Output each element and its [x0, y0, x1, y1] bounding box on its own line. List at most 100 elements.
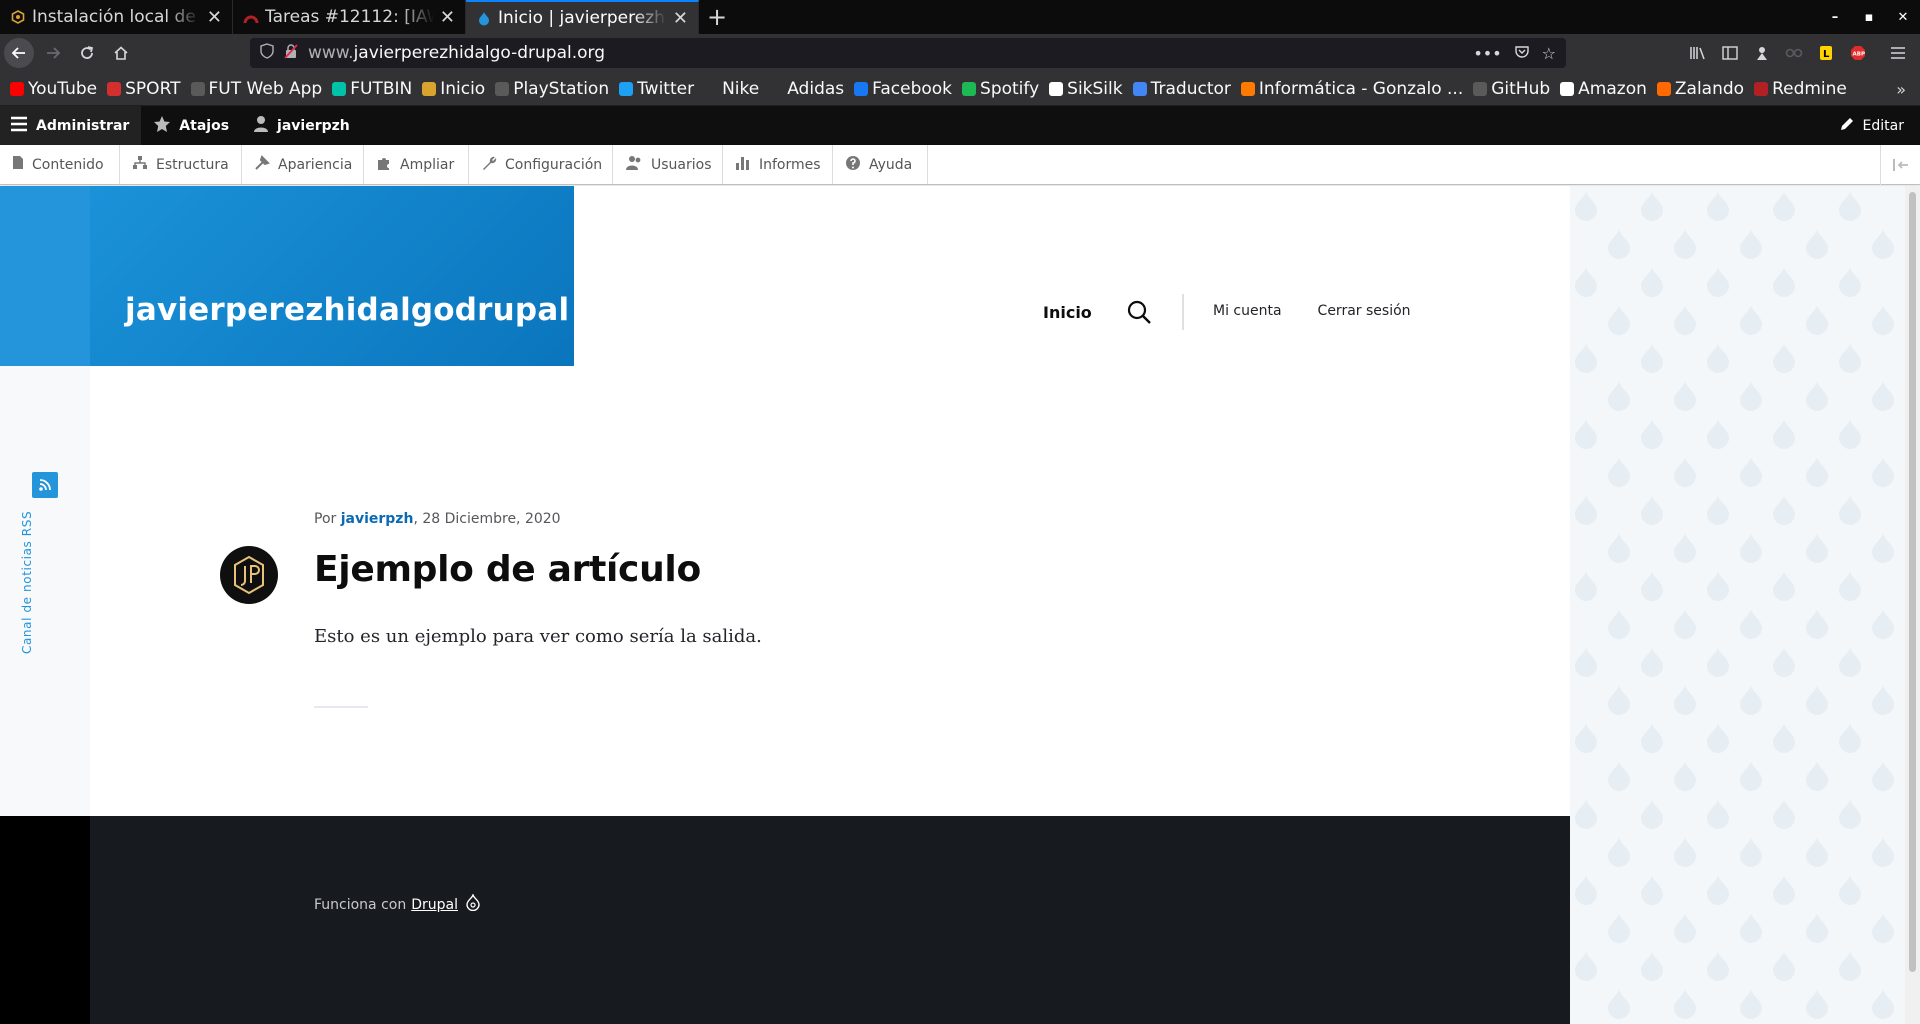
bookmark-item[interactable]: Spotify: [962, 79, 1039, 99]
admin-user-button[interactable]: javierpzh: [241, 106, 362, 145]
insecure-lock-icon[interactable]: [284, 43, 298, 63]
article-title[interactable]: Ejemplo de artículo: [314, 549, 701, 590]
browser-tab-1[interactable]: Instalación local de un ✕: [0, 0, 233, 34]
tray-item-ayuda[interactable]: Ayuda: [833, 145, 928, 184]
globe-icon: [190, 81, 205, 96]
bookmark-item[interactable]: Amazon: [1560, 79, 1647, 99]
search-icon[interactable]: [1126, 299, 1152, 325]
nav-divider: [1181, 294, 1184, 330]
branding-slab: [0, 186, 90, 366]
tray-item-informes[interactable]: Informes: [723, 145, 833, 184]
back-icon[interactable]: [4, 38, 34, 68]
help-icon: [845, 155, 861, 175]
browser-toolbar: L ABP: [1682, 34, 1920, 72]
pocket-icon[interactable]: [1514, 44, 1530, 63]
bookmark-item[interactable]: YouTube: [10, 79, 97, 99]
new-tab-button[interactable]: +: [699, 0, 735, 34]
rss-icon[interactable]: [32, 472, 58, 498]
bookmark-star-icon[interactable]: ☆: [1542, 44, 1556, 63]
close-tab-icon[interactable]: ✕: [207, 7, 222, 28]
close-tab-icon[interactable]: ✕: [673, 8, 688, 29]
site-name-link[interactable]: javierperezhidalgodrupal: [125, 292, 569, 328]
admin-manage-button[interactable]: Administrar: [0, 106, 142, 145]
bookmark-label: SPORT: [125, 78, 181, 99]
bookmark-item[interactable]: Facebook: [854, 79, 952, 99]
futbin-icon: [332, 81, 347, 96]
nav-home-link[interactable]: Inicio: [1043, 303, 1092, 322]
rss-feed-link[interactable]: Canal de noticias RSS: [20, 511, 34, 654]
browser-tab-3[interactable]: Inicio | javierperezhidalgo ✕: [466, 0, 699, 34]
bookmark-label: Redmine: [1772, 78, 1847, 99]
admin-shortcuts-button[interactable]: Atajos: [141, 106, 241, 145]
author-link[interactable]: javierpzh: [341, 511, 414, 527]
bookmark-item[interactable]: SPORT: [107, 78, 181, 99]
url-text[interactable]: www.javierperezhidalgo-drupal.org: [308, 43, 1461, 63]
admin-manage-label: Administrar: [36, 117, 130, 134]
bookmark-item[interactable]: Twitter: [619, 79, 694, 99]
tray-item-configuración[interactable]: Configuración: [469, 145, 613, 184]
tray-item-label: Ampliar: [400, 156, 455, 173]
menu-icon[interactable]: [1882, 46, 1914, 60]
bookmark-item[interactable]: SikSilk: [1049, 79, 1123, 99]
tray-item-apariencia[interactable]: Apariencia: [242, 145, 364, 184]
extension-icon-3[interactable]: L: [1810, 45, 1842, 61]
bookmark-item[interactable]: PlayStation: [495, 79, 609, 99]
scrollbar-thumb[interactable]: [1909, 192, 1916, 972]
page-scrollbar[interactable]: [1905, 186, 1920, 1024]
adblock-icon[interactable]: ABP: [1842, 45, 1874, 61]
puzzle-icon: [376, 155, 392, 175]
my-account-link[interactable]: Mi cuenta: [1213, 303, 1282, 319]
bookmark-item[interactable]: Adidas: [769, 79, 844, 99]
author-avatar[interactable]: [220, 546, 278, 604]
forward-icon[interactable]: [38, 38, 68, 68]
url-bar[interactable]: www.javierperezhidalgo-drupal.org ••• ☆: [250, 38, 1566, 68]
bar-chart-icon: [735, 155, 751, 175]
browser-tab-2[interactable]: Tareas #12112: [IAW] ✕: [233, 0, 466, 34]
url-domain: javierperezhidalgo-drupal.org: [353, 43, 606, 63]
bookmark-label: Facebook: [872, 78, 953, 99]
browser-tab-bar: Instalación local de un ✕ Tareas #12112:…: [0, 0, 1920, 34]
shield-icon[interactable]: [260, 43, 274, 63]
bookmark-label: Informática - Gonzalo ...: [1258, 78, 1464, 99]
bookmark-item[interactable]: Nike: [704, 79, 759, 99]
bookmark-item[interactable]: Traductor: [1132, 79, 1231, 99]
bookmark-item[interactable]: FUT Web App: [190, 79, 322, 99]
sidebar-icon[interactable]: [1714, 46, 1746, 60]
library-icon[interactable]: [1682, 45, 1714, 61]
admin-user-label: javierpzh: [277, 117, 350, 134]
close-window-icon[interactable]: ✕: [1886, 0, 1920, 34]
bookmark-item[interactable]: Zalando: [1656, 78, 1745, 99]
bookmarks-overflow-icon[interactable]: »: [1896, 80, 1906, 99]
tray-item-label: Ayuda: [869, 156, 913, 173]
pencil-icon: [1839, 116, 1855, 136]
siksilk-icon: [1049, 81, 1064, 96]
bookmark-label: Zalando: [1674, 78, 1745, 99]
admin-edit-button[interactable]: Editar: [1823, 106, 1920, 145]
tab-title: Tareas #12112: [IAW]: [265, 7, 434, 27]
bookmark-item[interactable]: FUTBIN: [332, 79, 412, 99]
bookmark-item[interactable]: Informática - Gonzalo ...: [1240, 78, 1464, 99]
maximize-icon[interactable]: ▪: [1852, 0, 1886, 34]
tab-title: Inicio | javierperezhidalgo: [498, 8, 667, 28]
page-actions-icon[interactable]: •••: [1473, 44, 1501, 63]
bookmark-item[interactable]: GitHub: [1473, 79, 1550, 99]
tray-item-estructura[interactable]: Estructura: [120, 145, 242, 184]
tray-item-ampliar[interactable]: Ampliar: [364, 145, 469, 184]
minimize-icon[interactable]: –: [1818, 0, 1852, 34]
tray-item-contenido[interactable]: Contenido: [0, 145, 120, 184]
home-icon[interactable]: [106, 38, 136, 68]
logout-link[interactable]: Cerrar sesión: [1318, 303, 1411, 319]
facebook-icon: [854, 81, 869, 96]
github-icon: [1473, 81, 1488, 96]
extension-icon-2[interactable]: [1778, 48, 1810, 58]
reload-icon[interactable]: [72, 38, 102, 68]
globe-icon: [495, 81, 510, 96]
collapse-tray-button[interactable]: [1880, 145, 1920, 185]
extension-icon-1[interactable]: [1746, 45, 1778, 61]
bookmark-item[interactable]: Redmine: [1754, 79, 1847, 99]
drupal-link[interactable]: Drupal: [411, 897, 458, 913]
close-tab-icon[interactable]: ✕: [440, 7, 455, 28]
tray-item-usuarios[interactable]: Usuarios: [613, 145, 723, 184]
bookmark-item[interactable]: Inicio: [422, 79, 485, 99]
bookmark-label: GitHub: [1491, 78, 1551, 99]
